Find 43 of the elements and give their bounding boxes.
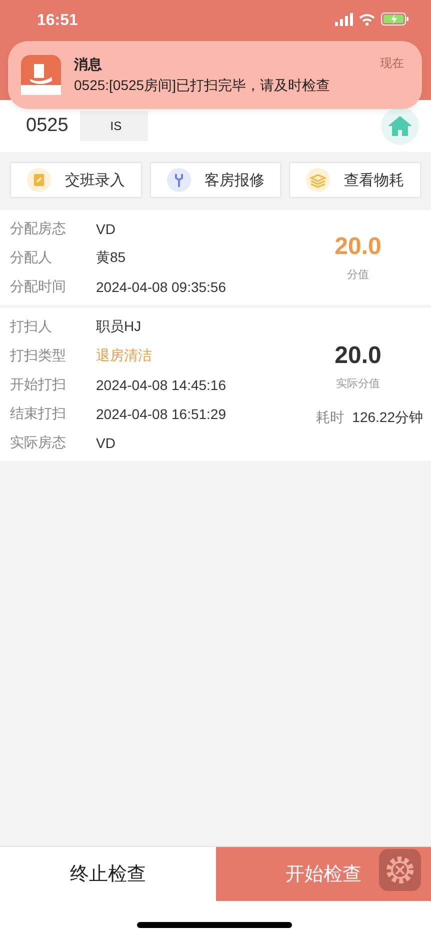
field-value: VD — [96, 220, 116, 236]
duration-label: 耗时 — [316, 409, 344, 427]
room-status: IS — [80, 111, 148, 141]
field-label: 打扫人 — [10, 318, 53, 336]
score-value: 20.0 — [334, 342, 382, 370]
score-label: 实际分值 — [336, 376, 380, 391]
clipboard-icon — [26, 168, 51, 192]
home-icon — [387, 115, 413, 137]
settings-button[interactable] — [379, 849, 421, 891]
status-time: 16:51 — [37, 12, 78, 30]
layers-icon — [306, 168, 330, 192]
duration-value: 126.22分钟 — [352, 409, 423, 427]
wrench-icon — [166, 168, 190, 192]
field-value: VD — [96, 434, 116, 450]
field-label: 分配人 — [10, 248, 53, 266]
field-value: 2024-04-08 14:45:16 — [96, 376, 226, 392]
field-label: 打扫类型 — [10, 346, 67, 364]
field-label: 分配时间 — [10, 278, 67, 296]
action-button[interactable]: 客房报修 — [150, 162, 282, 198]
home-button[interactable] — [381, 107, 419, 145]
field-value: 黄85 — [96, 248, 126, 266]
app-icon — [21, 55, 61, 95]
notification-time: 现在 — [380, 55, 404, 72]
field-label: 开始打扫 — [10, 376, 67, 394]
score-value: 20.0 — [334, 233, 382, 261]
signal-icon — [335, 12, 353, 26]
wifi-icon — [359, 12, 375, 26]
field-label: 结束打扫 — [10, 404, 67, 422]
room-number: 0525 — [26, 115, 68, 137]
battery-charging-icon — [381, 12, 409, 26]
field-label: 分配房态 — [10, 220, 67, 238]
notification-title: 消息 — [74, 56, 102, 74]
field-value: 职员HJ — [96, 318, 142, 336]
notification-banner[interactable]: 消息 0525:[0525房间]已打扫完毕，请及时检查 现在 — [8, 41, 422, 109]
action-button[interactable]: 查看物耗 — [289, 162, 422, 198]
field-value: 2024-04-08 09:35:56 — [96, 278, 226, 294]
score-label: 分值 — [347, 268, 369, 282]
action-button[interactable]: 交班录入 — [10, 162, 142, 198]
field-value: 退房清洁 — [96, 346, 152, 364]
field-value: 2024-04-08 16:51:29 — [96, 406, 226, 422]
settings-icon — [385, 855, 415, 885]
notification-message: 0525:[0525房间]已打扫完毕，请及时检查 — [74, 76, 330, 94]
field-label: 实际房态 — [10, 434, 67, 452]
